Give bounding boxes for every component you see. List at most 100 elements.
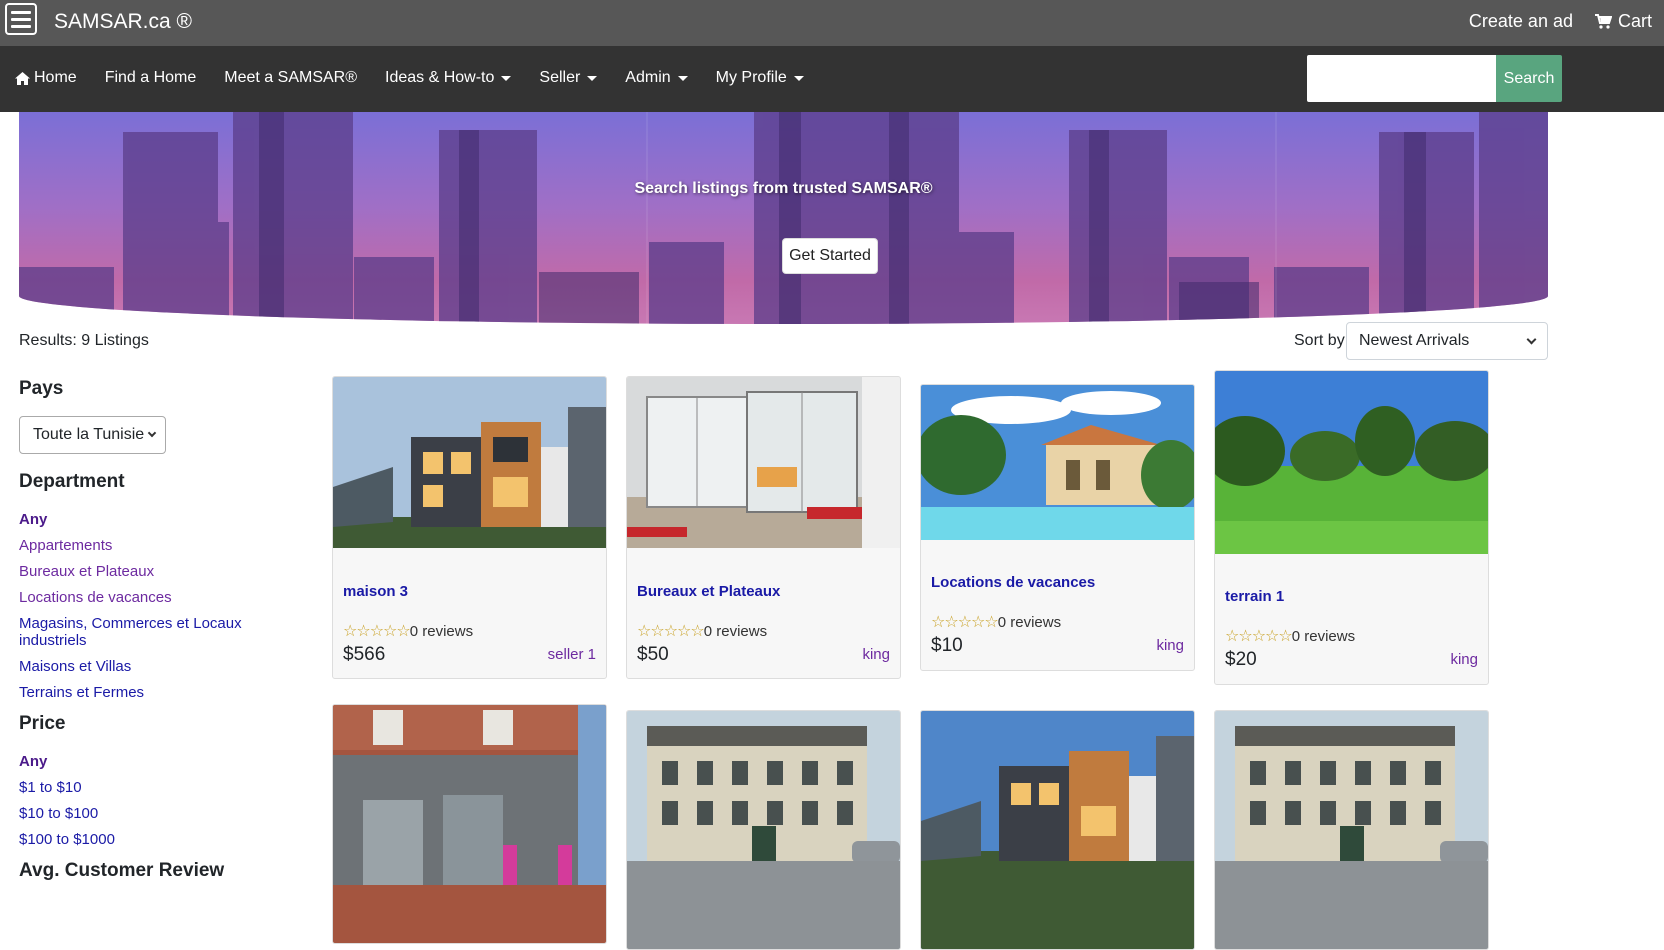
- price-100-1000[interactable]: $100 to $1000: [19, 831, 309, 848]
- nav-ideas-label: Ideas & How-to: [385, 69, 495, 86]
- listing-card[interactable]: [332, 704, 607, 944]
- listing-seller[interactable]: king: [1450, 651, 1478, 668]
- star-rating-icon: ☆☆☆☆☆: [343, 623, 411, 640]
- price-heading: Price: [19, 713, 66, 734]
- listing-seller[interactable]: king: [862, 646, 890, 663]
- listing-card[interactable]: Bureaux et Plateaux ☆☆☆☆☆ 0 reviews $50 …: [626, 376, 901, 679]
- caret-down-icon: [587, 75, 598, 81]
- main-navbar: Home Find a Home Meet a SAMSAR® Ideas & …: [0, 46, 1664, 112]
- cart-icon: [1594, 14, 1612, 29]
- sort-label: Sort by: [1294, 332, 1345, 349]
- nav-seller-label: Seller: [539, 69, 581, 86]
- listing-rating: ☆☆☆☆☆ 0 reviews: [931, 612, 1061, 632]
- nav-admin-label: Admin: [625, 69, 671, 86]
- department-locations[interactable]: Locations de vacances: [19, 589, 309, 606]
- city-skyline-image: [19, 112, 1548, 324]
- pays-select[interactable]: Toute la Tunisie: [19, 416, 166, 454]
- pays-heading: Pays: [19, 378, 64, 399]
- caret-down-icon: [501, 75, 512, 81]
- results-value: 9 Listings: [81, 332, 149, 349]
- listing-price: $50: [637, 644, 669, 665]
- listing-reviews: 0 reviews: [409, 622, 474, 640]
- nav-find-home[interactable]: Find a Home: [105, 69, 197, 87]
- filter-sidebar: Pays Toute la Tunisie Department Any App…: [19, 376, 309, 882]
- department-maisons[interactable]: Maisons et Villas: [19, 658, 309, 675]
- chevron-down-icon: [147, 428, 157, 438]
- listing-title[interactable]: maison 3: [343, 583, 408, 600]
- listing-card[interactable]: [920, 710, 1195, 950]
- listing-card[interactable]: [1214, 710, 1489, 950]
- nav-seller-dropdown[interactable]: Seller: [539, 69, 598, 87]
- hero-banner: Search listings from trusted SAMSAR® Get…: [19, 112, 1548, 324]
- nav-home-label: Home: [34, 69, 77, 86]
- cart-link[interactable]: Cart: [1594, 11, 1652, 32]
- cart-label: Cart: [1617, 11, 1652, 31]
- listing-title[interactable]: Bureaux et Plateaux: [637, 583, 780, 600]
- listing-image[interactable]: [1215, 371, 1488, 554]
- sort-select[interactable]: Newest Arrivals: [1346, 322, 1548, 360]
- listing-image[interactable]: [333, 377, 606, 548]
- review-heading: Avg. Customer Review: [19, 860, 225, 881]
- star-rating-icon: ☆☆☆☆☆: [1225, 628, 1293, 645]
- listing-card[interactable]: terrain 1 ☆☆☆☆☆ 0 reviews $20 king: [1214, 370, 1489, 685]
- results-label: Results:: [19, 332, 77, 349]
- hero-title: Search listings from trusted SAMSAR®: [634, 180, 933, 197]
- department-heading: Department: [19, 471, 125, 492]
- department-terrains[interactable]: Terrains et Fermes: [19, 684, 309, 701]
- listing-image[interactable]: [627, 711, 900, 949]
- listing-image[interactable]: [333, 705, 606, 943]
- chevron-down-icon: [1526, 334, 1537, 344]
- sort-value: Newest Arrivals: [1359, 332, 1470, 349]
- listing-rating: ☆☆☆☆☆ 0 reviews: [1225, 626, 1355, 646]
- star-rating-icon: ☆☆☆☆☆: [637, 623, 705, 640]
- results-count: Results: 9 Listings: [19, 332, 149, 350]
- listing-image[interactable]: [921, 385, 1194, 540]
- department-appartements[interactable]: Appartements: [19, 537, 309, 554]
- hamburger-menu-icon[interactable]: [5, 3, 37, 35]
- listing-image[interactable]: [1215, 711, 1488, 949]
- get-started-button[interactable]: Get Started: [782, 238, 878, 274]
- listing-card[interactable]: maison 3 ☆☆☆☆☆ 0 reviews $566 seller 1: [332, 376, 607, 679]
- listing-card[interactable]: [626, 710, 901, 950]
- caret-down-icon: [677, 75, 688, 81]
- listing-card[interactable]: Locations de vacances ☆☆☆☆☆ 0 reviews $1…: [920, 384, 1195, 671]
- nav-home[interactable]: Home: [15, 69, 77, 87]
- search-button[interactable]: Search: [1496, 55, 1562, 102]
- listing-seller[interactable]: king: [1156, 637, 1184, 654]
- department-any[interactable]: Any: [19, 511, 309, 528]
- star-rating-icon: ☆☆☆☆☆: [931, 614, 999, 631]
- brand-logo[interactable]: SAMSAR.ca ®: [54, 10, 192, 34]
- listing-reviews: 0 reviews: [1291, 627, 1356, 645]
- nav-admin-dropdown[interactable]: Admin: [625, 69, 688, 87]
- listing-price: $566: [343, 644, 386, 665]
- nav-profile-dropdown[interactable]: My Profile: [716, 69, 804, 87]
- price-10-100[interactable]: $10 to $100: [19, 805, 309, 822]
- price-any[interactable]: Any: [19, 753, 309, 770]
- listing-reviews: 0 reviews: [703, 622, 768, 640]
- listing-rating: ☆☆☆☆☆ 0 reviews: [343, 621, 473, 641]
- department-magasins[interactable]: Magasins, Commerces et Locaux industriel…: [19, 615, 259, 649]
- top-right-links: Create an ad Cart: [1469, 11, 1652, 32]
- create-ad-link[interactable]: Create an ad: [1469, 11, 1573, 32]
- listing-image[interactable]: [627, 377, 900, 548]
- nav-profile-label: My Profile: [715, 69, 787, 86]
- nav-ideas-dropdown[interactable]: Ideas & How-to: [385, 69, 512, 87]
- listing-price: $10: [931, 635, 963, 656]
- department-bureaux[interactable]: Bureaux et Plateaux: [19, 563, 309, 580]
- nav-find-home-label: Find a Home: [104, 69, 197, 86]
- listing-rating: ☆☆☆☆☆ 0 reviews: [637, 621, 767, 641]
- nav-meet-samsar[interactable]: Meet a SAMSAR®: [224, 69, 357, 87]
- home-icon: [15, 71, 30, 85]
- listing-image[interactable]: [921, 711, 1194, 949]
- top-bar: SAMSAR.ca ® Create an ad Cart: [0, 0, 1664, 46]
- pays-value: Toute la Tunisie: [33, 426, 145, 443]
- price-1-10[interactable]: $1 to $10: [19, 779, 309, 796]
- listing-title[interactable]: Locations de vacances: [931, 574, 1095, 591]
- caret-down-icon: [793, 75, 804, 81]
- listing-price: $20: [1225, 649, 1257, 670]
- listing-title[interactable]: terrain 1: [1225, 588, 1284, 605]
- nav-meet-samsar-label: Meet a SAMSAR®: [224, 69, 357, 86]
- search-input[interactable]: [1307, 55, 1496, 102]
- listing-reviews: 0 reviews: [997, 613, 1062, 631]
- listing-seller[interactable]: seller 1: [548, 646, 596, 663]
